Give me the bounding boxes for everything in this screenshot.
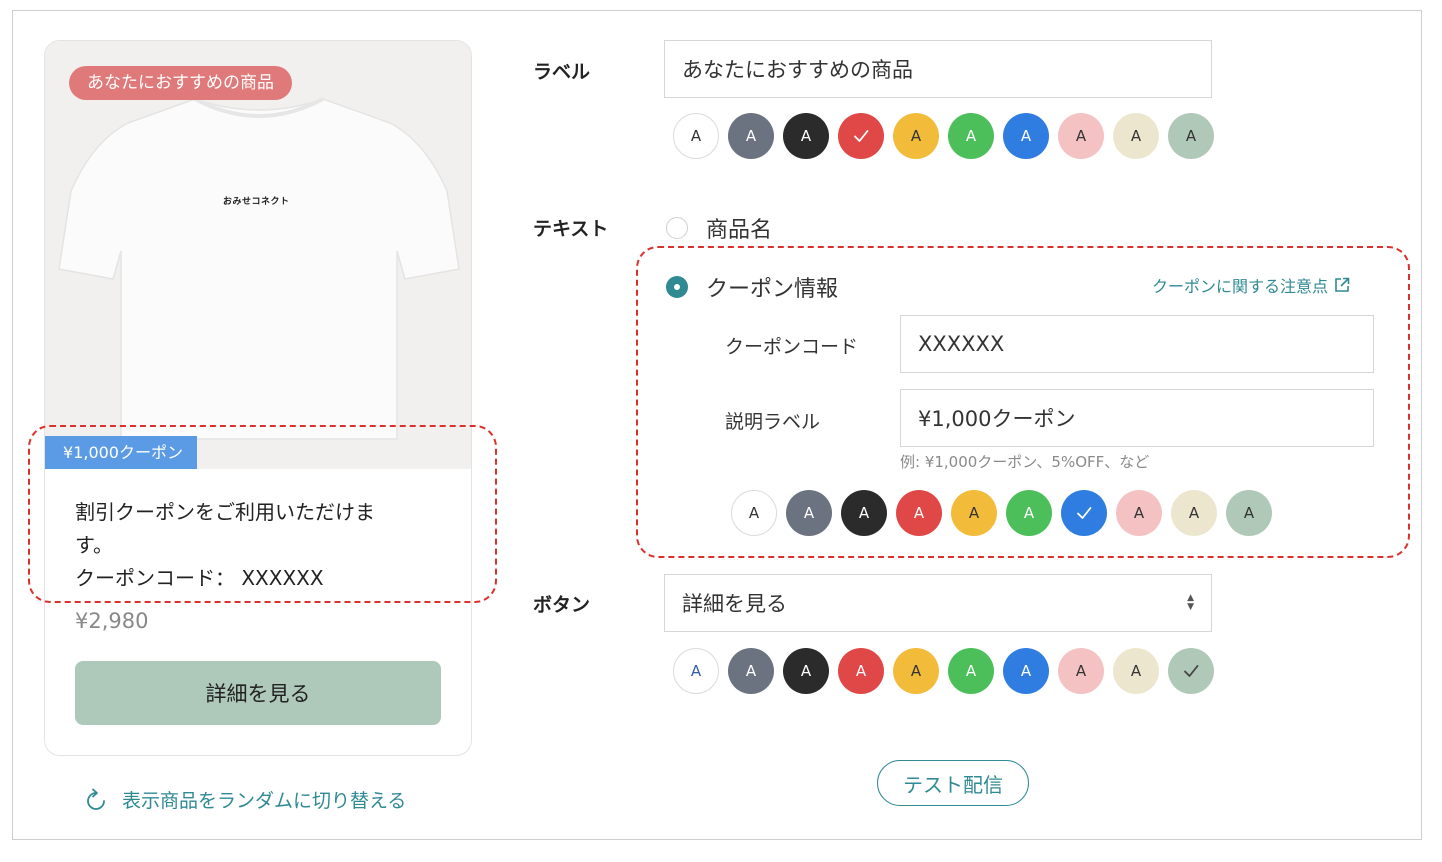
notes-link-label: クーポンに関する注意点: [1152, 277, 1329, 296]
shirt-logo-text: おみせコネクト: [223, 197, 290, 207]
detail-button[interactable]: 詳細を見る: [75, 661, 441, 725]
button-color-swatches: AAAAAAAAA: [673, 648, 1214, 694]
radio-product-name[interactable]: 商品名: [666, 212, 772, 244]
color-swatch-pink[interactable]: A: [1058, 648, 1104, 694]
label-text-input[interactable]: あなたにおすすめの商品: [664, 40, 1212, 98]
radio-label: クーポン情報: [706, 277, 839, 302]
color-swatch-blue[interactable]: A: [1003, 113, 1049, 159]
button-text-select[interactable]: 詳細を見る ▲ ▼: [664, 574, 1212, 632]
refresh-icon: [87, 788, 105, 810]
coupon-code-input[interactable]: XXXXXX: [900, 315, 1374, 373]
label-color-swatches: AAAAAAAAA: [673, 113, 1214, 159]
color-swatch-yellow[interactable]: A: [893, 648, 939, 694]
color-swatch-cream[interactable]: A: [1113, 113, 1159, 159]
preview-card: おみせコネクト あなたにおすすめの商品 ¥1,000クーポン 割引クーポンをご利…: [44, 40, 472, 756]
check-icon: [854, 130, 869, 142]
color-swatch-black[interactable]: A: [783, 648, 829, 694]
coupon-code-label: クーポンコード: [725, 336, 859, 358]
color-swatch-blue[interactable]: A: [1003, 648, 1049, 694]
desc-label: 説明ラベル: [725, 411, 821, 433]
color-swatch-cream[interactable]: A: [1113, 648, 1159, 694]
text-color-swatches: AAAAAAAAA: [731, 490, 1272, 536]
price: ¥2,980: [75, 609, 149, 633]
desc-hint: 例: ¥1,000クーポン、5%OFF、など: [900, 453, 1150, 471]
color-swatch-green[interactable]: A: [948, 648, 994, 694]
color-swatch-black[interactable]: A: [783, 113, 829, 159]
desc-label-input[interactable]: ¥1,000クーポン: [900, 389, 1374, 447]
coupon-code-line: クーポンコード： XXXXXX: [75, 566, 324, 590]
description-line: す。: [75, 533, 113, 557]
check-icon: [1077, 507, 1092, 519]
shuffle-label: 表示商品をランダムに切り替える: [122, 790, 407, 812]
text-section-title: テキスト: [533, 218, 609, 240]
color-swatch-sage[interactable]: A: [1168, 113, 1214, 159]
color-swatch-black[interactable]: A: [841, 490, 887, 536]
color-swatch-yellow[interactable]: A: [893, 113, 939, 159]
color-swatch-sage[interactable]: [1168, 648, 1214, 694]
description-line: 割引クーポンをご利用いただけま: [75, 500, 375, 524]
color-swatch-white[interactable]: A: [731, 490, 777, 536]
color-swatch-pink[interactable]: A: [1058, 113, 1104, 159]
label-section-title: ラベル: [533, 61, 591, 83]
color-swatch-slate[interactable]: A: [728, 113, 774, 159]
shuffle-products-link[interactable]: 表示商品をランダムに切り替える: [84, 786, 406, 813]
external-link-icon: [1335, 277, 1350, 292]
color-swatch-green[interactable]: A: [1006, 490, 1052, 536]
product-image: おみせコネクト: [45, 41, 471, 469]
check-icon: [1184, 665, 1199, 677]
card-description: 割引クーポンをご利用いただけま す。 クーポンコード： XXXXXX: [75, 496, 420, 595]
radio-coupon-info[interactable]: クーポン情報: [666, 271, 838, 303]
color-swatch-slate[interactable]: A: [786, 490, 832, 536]
color-swatch-blue[interactable]: [1061, 490, 1107, 536]
coupon-tag: ¥1,000クーポン: [45, 436, 197, 469]
color-swatch-white[interactable]: A: [673, 113, 719, 159]
color-swatch-slate[interactable]: A: [728, 648, 774, 694]
color-swatch-red[interactable]: [838, 113, 884, 159]
button-section-title: ボタン: [533, 594, 591, 616]
color-swatch-red[interactable]: A: [838, 648, 884, 694]
select-arrows-icon: ▲ ▼: [1187, 593, 1194, 612]
color-swatch-red[interactable]: A: [896, 490, 942, 536]
radio-unselected: [666, 217, 688, 239]
test-send-button[interactable]: テスト配信: [877, 760, 1029, 806]
coupon-notes-link[interactable]: クーポンに関する注意点: [1152, 273, 1350, 297]
color-swatch-white[interactable]: A: [673, 648, 719, 694]
radio-selected: [666, 276, 688, 298]
color-swatch-green[interactable]: A: [948, 113, 994, 159]
color-swatch-sage[interactable]: A: [1226, 490, 1272, 536]
color-swatch-pink[interactable]: A: [1116, 490, 1162, 536]
color-swatch-yellow[interactable]: A: [951, 490, 997, 536]
recommend-badge: あなたにおすすめの商品: [69, 66, 292, 100]
color-swatch-cream[interactable]: A: [1171, 490, 1217, 536]
select-value: 詳細を見る: [682, 592, 787, 616]
radio-label: 商品名: [706, 218, 773, 243]
